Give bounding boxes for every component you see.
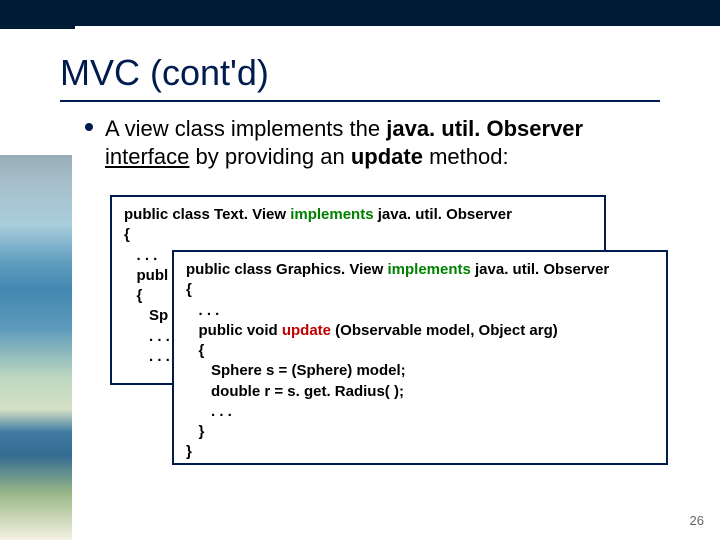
body-pre: A view class implements the xyxy=(105,116,386,141)
cb-l1a: public class Graphics. View xyxy=(186,261,387,278)
ca-l4: publ xyxy=(124,267,168,284)
ca-l8: . . . xyxy=(124,348,170,365)
ca-l6: Sp xyxy=(124,307,168,324)
slide: { "title": "MVC (cont'd)", "body": { "pr… xyxy=(0,0,720,540)
ca-l5: { xyxy=(124,287,142,304)
ca-l1a: public class Text. View xyxy=(124,206,290,223)
cb-l6: Sphere s = (Sphere) model; xyxy=(186,362,406,379)
cb-l4c: (Observable model, Object arg) xyxy=(331,322,558,339)
page-number: 26 xyxy=(690,513,704,528)
cb-l4b: update xyxy=(282,322,331,339)
slide-title: MVC (cont'd) xyxy=(60,52,269,94)
cb-l8: . . . xyxy=(186,403,232,420)
ca-l1b: implements xyxy=(290,206,373,223)
body-keyword-update: update xyxy=(351,144,423,169)
ca-l3: . . . xyxy=(124,247,157,264)
bullet-icon xyxy=(85,123,93,131)
body-interface-underlined: interface xyxy=(105,144,189,169)
ca-l7: . . . xyxy=(124,328,170,345)
code-block-graphicsview: public class Graphics. View implements j… xyxy=(172,250,668,465)
ca-l1c: java. util. Observer xyxy=(374,206,512,223)
cb-l9: } xyxy=(186,423,204,440)
cb-l3: . . . xyxy=(186,302,219,319)
cb-l1b: implements xyxy=(387,261,470,278)
body-mid: by providing an xyxy=(189,144,350,169)
body-text: A view class implements the java. util. … xyxy=(105,115,665,170)
body-keyword-observer: java. util. Observer xyxy=(386,116,583,141)
cb-l7: double r = s. get. Radius( ); xyxy=(186,383,404,400)
top-bar xyxy=(0,0,720,26)
left-decor-bar xyxy=(0,155,72,540)
cb-l2: { xyxy=(186,281,192,298)
ca-l2: { xyxy=(124,226,130,243)
title-underline xyxy=(60,100,660,102)
cb-l4a: public void xyxy=(186,322,282,339)
cb-l5: { xyxy=(186,342,204,359)
cb-l1c: java. util. Observer xyxy=(471,261,609,278)
body-post: method: xyxy=(423,144,509,169)
cb-l10: } xyxy=(186,443,192,460)
